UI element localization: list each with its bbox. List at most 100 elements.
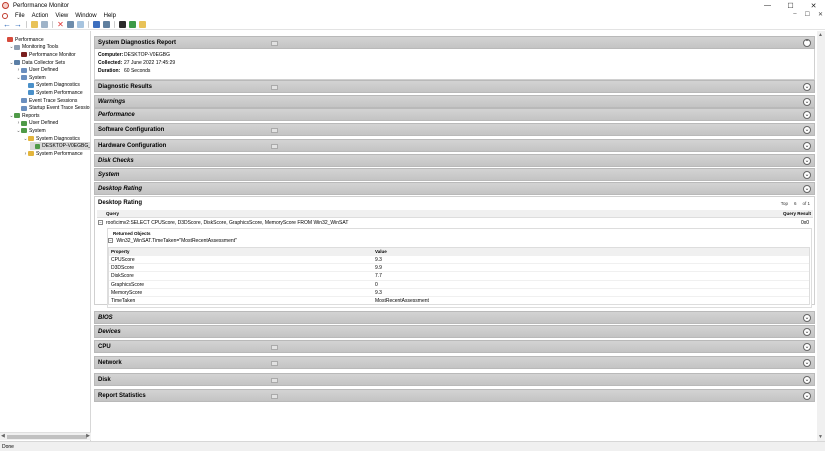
system-menu-icon[interactable]: [2, 12, 8, 19]
expand-icon[interactable]: ⌄: [803, 314, 811, 322]
forward-arrow-icon[interactable]: →: [14, 20, 22, 28]
menu-file[interactable]: File: [15, 13, 25, 19]
tree-item-performance-monitor[interactable]: Performance Monitor: [16, 51, 76, 59]
section-header-software-configuration[interactable]: Software Configuration ⌄: [94, 123, 815, 136]
expand-icon[interactable]: ⌄: [803, 328, 811, 336]
expand-icon[interactable]: ⌄: [803, 171, 811, 179]
delete-icon[interactable]: ✕: [57, 21, 64, 29]
folder-icon[interactable]: [31, 21, 38, 28]
query-result-column-header[interactable]: Query Result: [783, 211, 811, 216]
expand-icon[interactable]: ⌄: [803, 83, 811, 91]
report-content: System Diagnostics Report ⌃ Computer:DES…: [94, 31, 815, 441]
property-column-header[interactable]: Property: [111, 249, 130, 254]
query-expander-icon[interactable]: −: [98, 220, 103, 225]
menu-view[interactable]: View: [55, 13, 68, 19]
section-options-icon[interactable]: [271, 41, 278, 46]
report-header-bar[interactable]: System Diagnostics Report ⌃: [94, 36, 815, 49]
section-options-icon[interactable]: [271, 361, 278, 366]
section-header-cpu[interactable]: CPU ⌄: [94, 340, 815, 353]
section-options-icon[interactable]: [271, 394, 278, 399]
section-devices: Devices ⌄: [94, 325, 815, 338]
section-options-icon[interactable]: [271, 144, 278, 149]
tree-item-system-diagnostics[interactable]: ⌄ System Diagnostics: [23, 135, 80, 143]
scroll-left-icon[interactable]: ◀: [1, 433, 5, 439]
section-options-icon[interactable]: [271, 85, 278, 90]
maximize-button[interactable]: ☐: [779, 0, 802, 11]
tree-item-system-diagnostics[interactable]: System Diagnostics: [23, 82, 80, 90]
refresh-icon[interactable]: [77, 21, 84, 28]
tree-item-user-defined[interactable]: › User Defined: [16, 66, 59, 74]
tree-item-data-collector-sets[interactable]: ⌄ Data Collector Sets: [9, 59, 65, 67]
section-options-icon[interactable]: [271, 345, 278, 350]
tree-item-reports[interactable]: ⌄ Reports: [9, 112, 39, 120]
collected-label: Collected:: [98, 60, 123, 66]
expand-icon[interactable]: ⌄: [803, 185, 811, 193]
menu-help[interactable]: Help: [104, 13, 116, 19]
section-header-disk-checks[interactable]: Disk Checks ⌄: [94, 154, 815, 167]
expand-icon[interactable]: ⌄: [803, 142, 811, 150]
tree-item-desktop-v0egbg[interactable]: DESKTOP-V0EGBG_: [30, 142, 90, 150]
expand-icon[interactable]: ⌄: [803, 111, 811, 119]
menu-action[interactable]: Action: [32, 13, 49, 19]
property-row: MemoryScore 9.3: [109, 287, 809, 296]
menu-window[interactable]: Window: [75, 13, 96, 19]
section-header-desktop-rating[interactable]: Desktop Rating ⌄: [94, 182, 815, 195]
tree-item-user-defined[interactable]: › User Defined: [16, 120, 59, 128]
tree-horizontal-scrollbar[interactable]: ◀ ▶: [0, 432, 91, 440]
help-icon[interactable]: [93, 21, 100, 28]
scroll-right-icon[interactable]: ▶: [86, 433, 90, 439]
properties-icon[interactable]: [103, 21, 110, 28]
section-header-bios[interactable]: BIOS ⌄: [94, 311, 815, 324]
minimize-button[interactable]: —: [756, 0, 779, 11]
monitor-icon[interactable]: [119, 21, 126, 28]
tree-item-monitoring-tools[interactable]: ⌄ Monitoring Tools: [9, 44, 58, 52]
mdi-minimize-button[interactable]: –: [793, 11, 796, 18]
expand-icon[interactable]: ⌄: [803, 343, 811, 351]
tree-item-performance[interactable]: Performance: [2, 36, 44, 44]
close-button[interactable]: ✕: [802, 0, 825, 11]
section-header-performance[interactable]: Performance ⌄: [94, 108, 815, 121]
section-header-network[interactable]: Network ⌄: [94, 356, 815, 369]
section-header-report-statistics[interactable]: Report Statistics ⌄: [94, 389, 815, 402]
tree-node-icon: [21, 98, 27, 104]
tree-node-icon: [28, 82, 34, 88]
top-value[interactable]: 6: [794, 201, 797, 206]
value-column-header[interactable]: Value: [375, 249, 387, 254]
expand-icon[interactable]: ⌄: [803, 359, 811, 367]
tree-item-startup-event-trace-sessions[interactable]: Startup Event Trace Sessions: [16, 104, 90, 112]
expand-icon[interactable]: ⌄: [803, 126, 811, 134]
section-header-hardware-configuration[interactable]: Hardware Configuration ⌄: [94, 139, 815, 152]
back-arrow-icon[interactable]: ←: [3, 20, 11, 28]
tree-item-system[interactable]: ⌄ System: [16, 127, 45, 135]
report-icon[interactable]: [139, 21, 146, 28]
section-header-devices[interactable]: Devices ⌄: [94, 325, 815, 338]
tree-scroll-thumb[interactable]: [7, 435, 87, 439]
section-header-disk[interactable]: Disk ⌄: [94, 373, 815, 386]
mdi-restore-button[interactable]: ☐: [805, 11, 810, 18]
print-icon[interactable]: [67, 21, 74, 28]
section-header-warnings[interactable]: Warnings ⌄: [94, 95, 815, 108]
expand-icon[interactable]: ⌄: [803, 376, 811, 384]
tree-item-system[interactable]: ⌄ System: [16, 74, 45, 82]
console-icon[interactable]: [41, 21, 48, 28]
tree-item-event-trace-sessions[interactable]: Event Trace Sessions: [16, 97, 77, 105]
expand-icon[interactable]: ⌄: [803, 392, 811, 400]
mdi-close-button[interactable]: ✕: [818, 11, 823, 18]
expand-icon[interactable]: ⌄: [803, 98, 811, 106]
section-options-icon[interactable]: [271, 128, 278, 133]
tree-item-system-performance[interactable]: System Performance: [23, 89, 83, 97]
tree-item-system-performance[interactable]: › System Performance: [23, 150, 83, 158]
scroll-up-icon[interactable]: ▲: [818, 32, 823, 38]
scroll-down-icon[interactable]: ▼: [818, 434, 823, 440]
collapse-icon[interactable]: ⌃: [803, 39, 811, 47]
object-expander-icon[interactable]: −: [108, 238, 113, 243]
property-row: GraphicsScore 0: [109, 279, 809, 288]
collector-icon[interactable]: [129, 21, 136, 28]
section-header-system[interactable]: System ⌄: [94, 168, 815, 181]
section-options-icon[interactable]: [271, 378, 278, 383]
query-column-header[interactable]: Query: [106, 211, 119, 216]
section-header-diagnostic-results[interactable]: Diagnostic Results ⌄: [94, 80, 815, 93]
section-title: Devices: [98, 328, 121, 335]
content-vertical-scrollbar[interactable]: ▲ ▼: [817, 31, 825, 441]
expand-icon[interactable]: ⌄: [803, 157, 811, 165]
